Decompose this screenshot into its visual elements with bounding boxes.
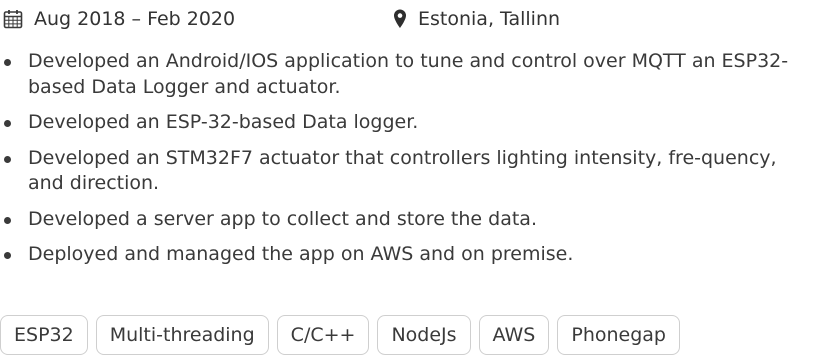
- responsibilities-list: Developed an Android/IOS application to …: [0, 49, 815, 278]
- date-range-item: Aug 2018 – Feb 2020: [0, 8, 392, 30]
- tag-multi-threading: Multi-threading: [95, 315, 269, 355]
- tag-nodejs: NodeJs: [377, 315, 471, 355]
- list-item: Deployed and managed the app on AWS and …: [0, 242, 815, 268]
- location-item: Estonia, Tallinn: [392, 8, 560, 30]
- list-item: Developed an STM32F7 actuator that contr…: [0, 146, 815, 197]
- tag-phonegap: Phonegap: [557, 315, 680, 355]
- skill-tags: ESP32 Multi-threading C/C++ NodeJs AWS P…: [0, 315, 680, 355]
- tag-esp32: ESP32: [0, 315, 88, 355]
- list-item: Developed an Android/IOS application to …: [0, 49, 815, 100]
- tag-c-cpp: C/C++: [276, 315, 370, 355]
- tag-aws: AWS: [478, 315, 550, 355]
- list-item: Developed an ESP-32-based Data logger.: [0, 110, 815, 136]
- list-item: Developed a server app to collect and st…: [0, 207, 815, 233]
- calendar-icon: [3, 10, 23, 29]
- location-text: Estonia, Tallinn: [418, 8, 561, 30]
- date-range-text: Aug 2018 – Feb 2020: [34, 8, 236, 30]
- job-meta-row: Aug 2018 – Feb 2020 Estonia, Tallinn: [0, 5, 560, 33]
- map-pin-icon: [394, 9, 406, 28]
